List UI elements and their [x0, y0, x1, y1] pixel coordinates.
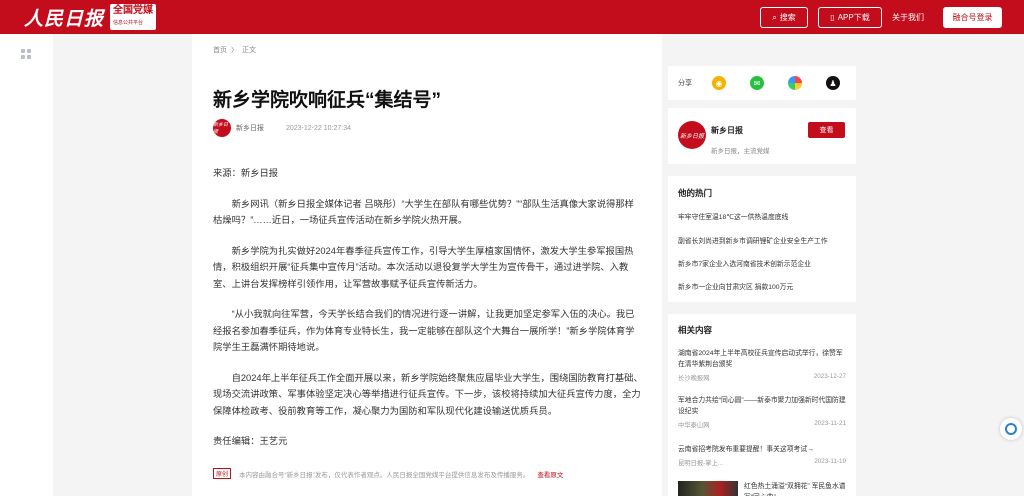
original-tag: 原创	[213, 468, 232, 479]
left-rail	[0, 34, 53, 496]
article-paragraph: 新乡学院为扎实做好2024年春季征兵宣传工作，引导大学生厚植家国情怀，激发大学生…	[213, 245, 634, 289]
apps-grid-icon[interactable]	[21, 49, 31, 59]
login-button[interactable]: 融合号登录	[943, 7, 1002, 28]
moments-icon[interactable]	[788, 76, 802, 90]
share-label: 分享	[678, 80, 692, 87]
author-description: 新乡日报，主流党媒	[711, 148, 770, 155]
author-avatar[interactable]: 新乡日报	[678, 121, 706, 149]
related-item-title[interactable]: 军地合力共绘“同心圆”——新泰市聚力加强新时代国防建设纪实	[678, 395, 846, 417]
hot-list-title: 他的热门	[678, 188, 713, 198]
top-navbar: 人民日报 全国党媒 信息公共平台 ⌕ 搜索 ▯ APP下载 关于我们 融合号登录	[0, 0, 1024, 34]
article-panel: 首页 〉 正文 新乡学院吹响征兵“集结号” 新乡日报 新乡日报 2023-12-…	[192, 34, 662, 496]
related-item-meta: 长沙晚报网 2023-12-27	[678, 373, 846, 382]
app-download-button[interactable]: ▯ APP下载	[818, 7, 882, 28]
breadcrumb-separator: 〉	[231, 47, 238, 54]
breadcrumb-current: 正文	[242, 47, 256, 54]
related-item-thumbnail[interactable]	[678, 481, 738, 496]
article-meta: 新乡日报 新乡日报 2023-12-22 10:27:34	[213, 119, 351, 137]
wechat-icon[interactable]: ✉	[750, 76, 764, 90]
floating-help-button[interactable]	[1000, 418, 1022, 440]
copyright-text: 本内容由融合号“新乡日报”发布，仅代表作者观点。人民日报全国党媒平台提供信息发布…	[239, 471, 530, 479]
author-name[interactable]: 新乡日报	[711, 125, 743, 136]
article-paragraph: 新乡网讯（新乡日报全媒体记者 吕晓彤）“大学生在部队有哪些优势？”“部队生活真像…	[213, 198, 634, 226]
related-item-meta: 昆明日报-掌上... 2023-11-19	[678, 458, 846, 467]
related-item-title[interactable]: 云南省招考院发布重要提醒！事关这项考试→	[678, 444, 846, 455]
breadcrumb-home[interactable]: 首页	[213, 45, 227, 55]
breadcrumb: 首页 〉 正文	[213, 45, 256, 55]
view-author-button[interactable]: 查看	[808, 122, 845, 138]
logo-badge: 全国党媒 信息公共平台	[110, 4, 157, 30]
hot-list: 他的热门 牢牢守住室温18℃这一供热温度底线 副省长刘尚进到新乡市调研锂矿企业安…	[668, 176, 856, 302]
search-icon: ⌕	[772, 12, 777, 22]
article-body: 来源：新乡日报 新乡网讯（新乡日报全媒体记者 吕晓彤）“大学生在部队有哪些优势？…	[213, 165, 643, 464]
site-logo[interactable]: 人民日报 全国党媒 信息公共平台	[24, 4, 157, 30]
view-original-link[interactable]: 查看原文	[537, 469, 563, 479]
related-item-title[interactable]: 湖南省2024年上半年高校征兵宣传启动式举行，徐赞军在清华紫荆台颁奖	[678, 348, 846, 370]
related-list-title: 相关内容	[678, 325, 713, 335]
copyright-note: 原创 本内容由融合号“新乡日报”发布，仅代表作者观点。人民日报全国党媒平台提供信…	[213, 468, 563, 479]
weibo-icon[interactable]: ◉	[712, 76, 726, 90]
article-source-line: 来源：新乡日报	[213, 168, 279, 178]
related-list: 相关内容 湖南省2024年上半年高校征兵宣传启动式举行，徐赞军在清华紫荆台颁奖 …	[668, 314, 856, 496]
article-paragraph: 自2024年上半年征兵工作全面开展以来，新乡学院始终聚焦应届毕业大学生，围绕国防…	[213, 372, 643, 416]
author-card: 新乡日报 新乡日报 新乡日报，主流党媒 查看	[668, 108, 856, 164]
phone-icon: ▯	[830, 13, 835, 22]
help-icon	[1005, 423, 1017, 435]
related-item-title[interactable]: 红色热土涌溢“双拥花” 军民鱼水谱写“同心曲”	[744, 481, 850, 496]
article-editor: 责任编辑：王艺元	[213, 436, 288, 446]
search-button[interactable]: ⌕ 搜索	[760, 7, 808, 28]
related-item-meta: 中华泰山网 2023-11-21	[678, 420, 846, 429]
qq-icon[interactable]: ♟	[826, 76, 840, 90]
source-avatar[interactable]: 新乡日报	[213, 119, 231, 137]
logo-text: 人民日报	[24, 7, 105, 30]
hot-item[interactable]: 新乡市7家企业入选河南省技术创新示范企业	[678, 258, 850, 268]
hot-item[interactable]: 新乡市一企业向甘肃灾区 捐款100万元	[678, 281, 850, 291]
article-title: 新乡学院吹响征兵“集结号”	[213, 90, 442, 111]
share-bar: 分享 ◉ ✉ ♟	[668, 66, 856, 100]
about-link[interactable]: 关于我们	[892, 12, 924, 23]
article-paragraph: “从小我就向往军营，今天学长结合我们的情况进行逐一讲解，让我更加坚定参军入伍的决…	[213, 309, 635, 352]
hot-item[interactable]: 牢牢守住室温18℃这一供热温度底线	[678, 211, 850, 221]
source-name[interactable]: 新乡日报	[236, 123, 264, 133]
hot-item[interactable]: 副省长刘尚进到新乡市调研锂矿企业安全生产工作	[678, 235, 850, 245]
publish-time: 2023-12-22 10:27:34	[286, 124, 351, 132]
